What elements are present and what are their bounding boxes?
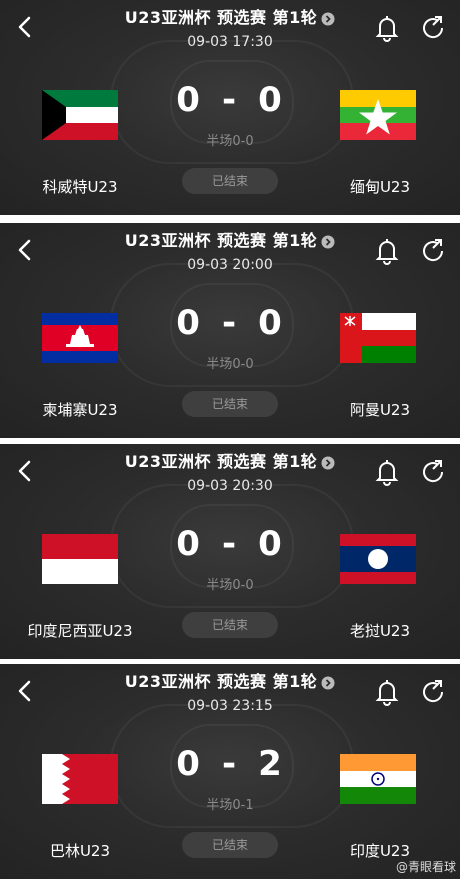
score-separator: -	[221, 303, 239, 343]
match-datetime: 09-03 20:30	[187, 478, 273, 494]
away-score: 0	[258, 303, 284, 343]
home-team-name[interactable]: 印度尼西亚U23	[0, 620, 160, 641]
title-text: U23亚洲杯 预选赛 第1轮	[124, 452, 318, 471]
home-score: 0	[176, 80, 202, 120]
info-arrow-icon	[321, 12, 335, 25]
match-card: U23亚洲杯 预选赛 第1轮 09-03 20:30 0-0 半场0-0 印度尼…	[0, 444, 460, 659]
half-time-score: 半场0-0	[206, 134, 254, 149]
match-datetime: 09-03 17:30	[187, 34, 273, 50]
match-status-badge: 已结束	[182, 832, 278, 858]
info-arrow-icon	[321, 235, 335, 248]
home-team-name[interactable]: 科威特U23	[0, 176, 160, 197]
away-score: 2	[258, 744, 284, 784]
title-text: U23亚洲杯 预选赛 第1轮	[124, 8, 318, 27]
away-team-name[interactable]: 阿曼U23	[300, 399, 460, 420]
away-team-name[interactable]: 缅甸U23	[300, 176, 460, 197]
away-score: 0	[258, 524, 284, 564]
match-status-badge: 已结束	[182, 168, 278, 194]
watermark: @青眼看球	[395, 860, 456, 874]
info-arrow-icon	[321, 456, 335, 469]
away-team-name[interactable]: 老挝U23	[300, 620, 460, 641]
half-time-score: 半场0-0	[206, 578, 254, 593]
home-team-name[interactable]: 巴林U23	[0, 840, 160, 861]
home-score: 0	[176, 303, 202, 343]
match-card: U23亚洲杯 预选赛 第1轮 09-03 23:15 0-2 半场0-1 巴林U…	[0, 664, 460, 879]
match-card: U23亚洲杯 预选赛 第1轮 09-03 20:00 0-0 半场0-0 柬埔寨…	[0, 223, 460, 438]
title-text: U23亚洲杯 预选赛 第1轮	[124, 672, 318, 691]
home-team-name[interactable]: 柬埔寨U23	[0, 399, 160, 420]
home-score: 0	[176, 524, 202, 564]
info-arrow-icon	[321, 676, 335, 689]
match-datetime: 09-03 23:15	[187, 698, 273, 714]
match-datetime: 09-03 20:00	[187, 257, 273, 273]
match-status-badge: 已结束	[182, 612, 278, 638]
match-card: U23亚洲杯 预选赛 第1轮 09-03 17:30 0-0 半场0-0 科威特…	[0, 0, 460, 215]
away-score: 0	[258, 80, 284, 120]
score-separator: -	[221, 744, 239, 784]
match-status-badge: 已结束	[182, 391, 278, 417]
score-separator: -	[221, 524, 239, 564]
half-time-score: 半场0-0	[206, 357, 254, 372]
home-score: 0	[176, 744, 202, 784]
title-text: U23亚洲杯 预选赛 第1轮	[124, 231, 318, 250]
score-separator: -	[221, 80, 239, 120]
half-time-score: 半场0-1	[206, 798, 254, 813]
